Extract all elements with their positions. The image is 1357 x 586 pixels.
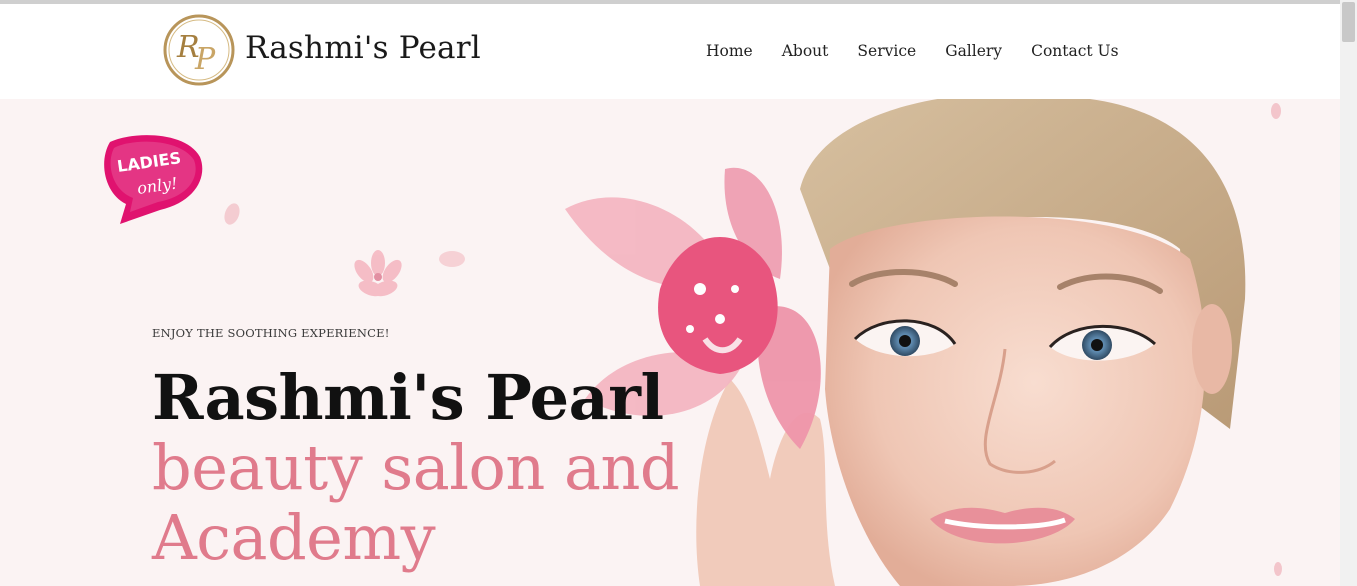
site-header: R P Rashmi's Pearl Home About Service Ga… <box>0 4 1340 99</box>
logo-icon[interactable]: R P <box>162 13 236 87</box>
hero-eyebrow: ENJOY THE SOOTHING EXPERIENCE! <box>152 326 390 340</box>
svg-text:P: P <box>194 42 216 77</box>
scrollbar-thumb[interactable] <box>1342 2 1355 42</box>
nav-item-service[interactable]: Service <box>857 42 916 60</box>
ladies-only-badge-icon: LADIES only! <box>100 132 206 224</box>
nav-item-gallery[interactable]: Gallery <box>945 42 1002 60</box>
nav-item-about[interactable]: About <box>782 42 829 60</box>
hero-title: Rashmi's Pearl <box>152 361 664 434</box>
hero-subtitle-line2: Academy <box>152 501 436 574</box>
hero-banner: LADIES only! ENJOY THE SOOTHING EXPERIEN… <box>0 99 1340 586</box>
nav-item-contact-us[interactable]: Contact Us <box>1031 42 1119 60</box>
main-nav: Home About Service Gallery Contact Us <box>706 42 1148 60</box>
nav-item-home[interactable]: Home <box>706 42 753 60</box>
brand-name[interactable]: Rashmi's Pearl <box>245 30 481 66</box>
hero-subtitle-line1: beauty salon and <box>152 431 680 504</box>
page-scrollbar[interactable] <box>1340 0 1357 586</box>
